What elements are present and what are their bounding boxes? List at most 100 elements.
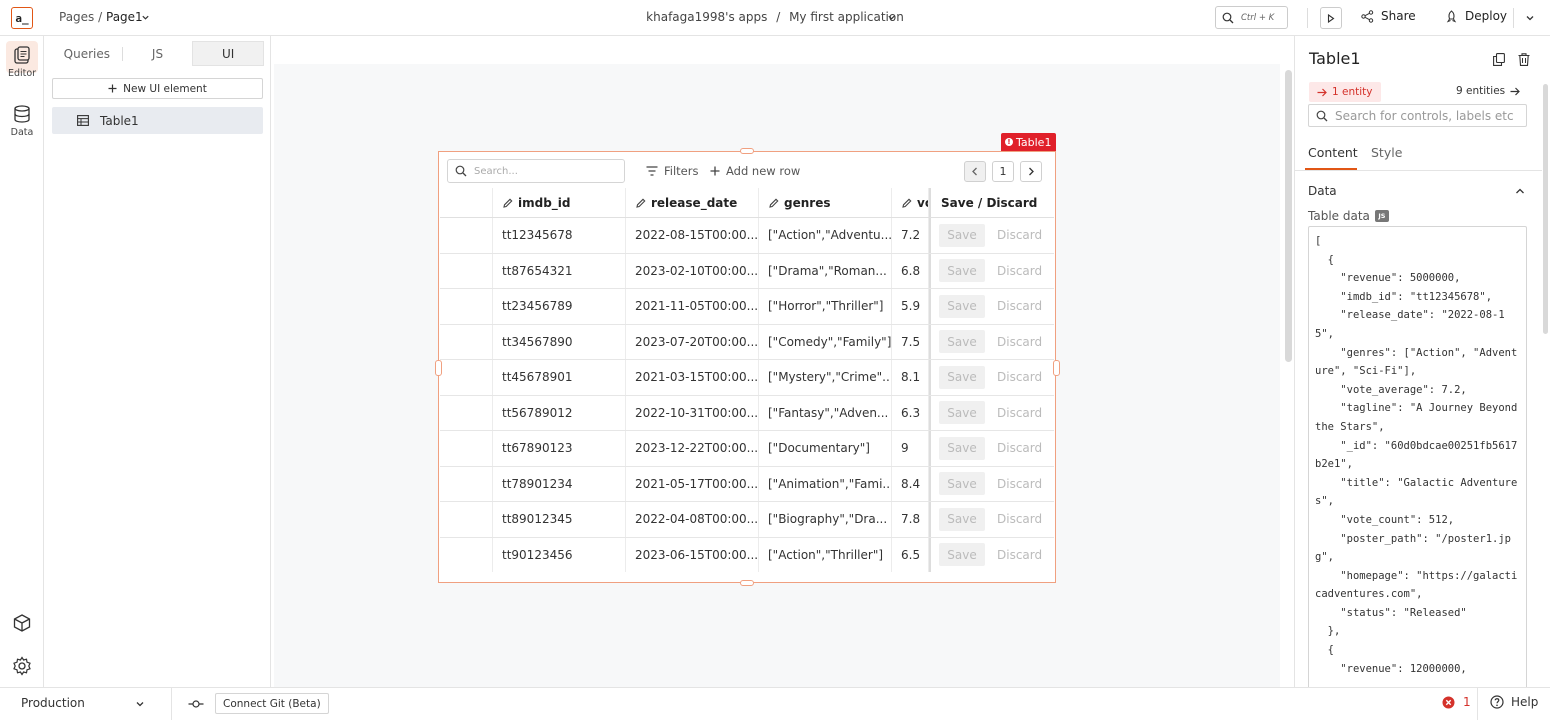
property-search-input[interactable]: Search for controls, labels etc <box>1308 104 1527 127</box>
row-discard-button[interactable]: Discard <box>995 228 1042 242</box>
row-save-button[interactable]: Save <box>939 223 985 247</box>
table-cell-genres[interactable]: ["Drama","Roman... <box>759 253 892 288</box>
rail-item-editor[interactable]: Editor <box>0 45 44 79</box>
tab-content[interactable]: Content <box>1308 145 1358 160</box>
row-discard-button[interactable]: Discard <box>995 477 1042 491</box>
table-cell[interactable] <box>440 289 493 324</box>
tab-ui[interactable]: UI <box>192 41 265 66</box>
help-button[interactable]: Help <box>1490 695 1538 709</box>
table-cell-imdb-id[interactable]: tt87654321 <box>493 253 626 288</box>
error-count-button[interactable]: 1 <box>1442 695 1471 709</box>
tab-js[interactable]: JS <box>123 41 193 66</box>
table-cell[interactable] <box>440 395 493 430</box>
app-menu-chevron-icon[interactable] <box>887 13 896 22</box>
table-row[interactable]: tt87654321 2023-02-10T00:00... ["Drama","R… <box>440 253 1054 289</box>
row-discard-button[interactable]: Discard <box>995 441 1042 455</box>
table-cell[interactable] <box>440 324 493 359</box>
table-cell-genres[interactable]: ["Biography","Dra... <box>759 502 892 537</box>
rail-item-data[interactable]: Data <box>0 104 44 138</box>
share-button[interactable]: Share <box>1361 9 1416 23</box>
table-cell-release-date[interactable]: 2022-10-31T00:00... <box>626 395 759 430</box>
next-page-button[interactable] <box>1020 161 1042 182</box>
table-cell-vote[interactable]: 8.4 <box>892 466 929 501</box>
table-cell-imdb-id[interactable]: tt56789012 <box>493 395 626 430</box>
table-cell[interactable] <box>440 253 493 288</box>
chevron-up-icon[interactable] <box>1515 187 1525 196</box>
row-save-button[interactable]: Save <box>939 507 985 531</box>
table-header-cell[interactable]: imdb_id <box>493 188 626 217</box>
omnibar-search-button[interactable]: Ctrl + K <box>1215 6 1288 29</box>
table-cell[interactable] <box>440 466 493 501</box>
table-cell-genres[interactable]: ["Action","Adventu... <box>759 218 892 253</box>
js-toggle[interactable]: JS <box>1374 210 1389 222</box>
row-save-button[interactable]: Save <box>939 436 985 460</box>
trash-icon[interactable] <box>1518 53 1530 66</box>
row-save-button[interactable]: Save <box>939 294 985 318</box>
table-cell-vote[interactable]: 7.2 <box>892 218 929 253</box>
row-save-button[interactable]: Save <box>939 259 985 283</box>
table-cell-release-date[interactable]: 2021-11-05T00:00... <box>626 289 759 324</box>
table-cell-vote[interactable]: 5.9 <box>892 289 929 324</box>
table-cell-release-date[interactable]: 2023-06-15T00:00... <box>626 537 759 572</box>
table-cell-genres[interactable]: ["Action","Thriller"] <box>759 537 892 572</box>
table-cell-imdb-id[interactable]: tt34567890 <box>493 324 626 359</box>
row-discard-button[interactable]: Discard <box>995 370 1042 384</box>
table-search-input[interactable]: Search... <box>447 159 625 183</box>
row-save-button[interactable]: Save <box>939 543 985 567</box>
table-row[interactable]: tt34567890 2023-07-20T00:00... ["Comedy","… <box>440 324 1054 360</box>
table-row[interactable]: tt45678901 2021-03-15T00:00... ["Mystery",… <box>440 360 1054 396</box>
widget-name-tag[interactable]: ! Table1 <box>1001 133 1057 151</box>
table-cell-release-date[interactable]: 2023-02-10T00:00... <box>626 253 759 288</box>
table-cell[interactable] <box>440 502 493 537</box>
table-row[interactable]: tt90123456 2023-06-15T00:00... ["Action","… <box>440 537 1054 572</box>
table-cell[interactable] <box>440 218 493 253</box>
table-row[interactable]: tt12345678 2022-08-15T00:00... ["Action","… <box>440 218 1054 254</box>
row-save-button[interactable]: Save <box>939 365 985 389</box>
table-cell-genres[interactable]: ["Horror","Thriller"] <box>759 289 892 324</box>
row-discard-button[interactable]: Discard <box>995 299 1042 313</box>
tab-style[interactable]: Style <box>1371 145 1402 160</box>
table-header-cell[interactable]: vc <box>892 188 929 217</box>
table-cell[interactable] <box>440 537 493 572</box>
canvas-scrollbar[interactable] <box>1285 70 1292 362</box>
table-cell[interactable] <box>440 431 493 466</box>
rail-item-packages[interactable] <box>0 613 44 633</box>
row-save-button[interactable]: Save <box>939 330 985 354</box>
table-row[interactable]: tt23456789 2021-11-05T00:00... ["Horror","… <box>440 289 1054 325</box>
environment-select[interactable]: Production <box>21 696 85 710</box>
table-cell-release-date[interactable]: 2023-12-22T00:00... <box>626 431 759 466</box>
table-header-cell[interactable]: Save / Discard <box>929 188 1054 217</box>
property-pane-scrollbar[interactable] <box>1543 84 1548 334</box>
filters-button[interactable]: Filters <box>646 164 698 178</box>
table-cell-release-date[interactable]: 2021-05-17T00:00... <box>626 466 759 501</box>
table-cell-imdb-id[interactable]: tt23456789 <box>493 289 626 324</box>
add-new-row-button[interactable]: Add new row <box>710 164 800 178</box>
table-cell-release-date[interactable]: 2023-07-20T00:00... <box>626 324 759 359</box>
property-pane-title[interactable]: Table1 <box>1309 49 1361 68</box>
row-discard-button[interactable]: Discard <box>995 335 1042 349</box>
row-discard-button[interactable]: Discard <box>995 548 1042 562</box>
resize-handle-bottom[interactable] <box>740 580 754 586</box>
table-cell-genres[interactable]: ["Comedy","Family"] <box>759 324 892 359</box>
incoming-entity-badge[interactable]: 1 entity <box>1309 82 1381 102</box>
deploy-button[interactable]: Deploy <box>1445 9 1507 23</box>
chevron-down-icon[interactable] <box>135 699 145 709</box>
explorer-item-table1[interactable]: Table1 <box>52 107 263 134</box>
table-cell-release-date[interactable]: 2022-08-15T00:00... <box>626 218 759 253</box>
table-cell-release-date[interactable]: 2021-03-15T00:00... <box>626 360 759 395</box>
page-number[interactable]: 1 <box>992 161 1014 182</box>
resize-handle-right[interactable] <box>1053 360 1060 376</box>
table-cell-genres[interactable]: ["Animation","Fami... <box>759 466 892 501</box>
new-ui-element-button[interactable]: New UI element <box>52 78 263 99</box>
table-cell-vote[interactable]: 6.5 <box>892 537 929 572</box>
connect-git-button[interactable]: Connect Git (Beta) <box>215 693 329 714</box>
table-cell-imdb-id[interactable]: tt45678901 <box>493 360 626 395</box>
table-cell-vote[interactable]: 6.3 <box>892 395 929 430</box>
table-cell-vote[interactable]: 6.8 <box>892 253 929 288</box>
table-cell-imdb-id[interactable]: tt67890123 <box>493 431 626 466</box>
row-discard-button[interactable]: Discard <box>995 406 1042 420</box>
table-cell-imdb-id[interactable]: tt12345678 <box>493 218 626 253</box>
table-cell-genres[interactable]: ["Documentary"] <box>759 431 892 466</box>
outgoing-entities-link[interactable]: 9 entities <box>1456 85 1520 97</box>
workspace-name[interactable]: khafaga1998's apps <box>646 10 767 24</box>
